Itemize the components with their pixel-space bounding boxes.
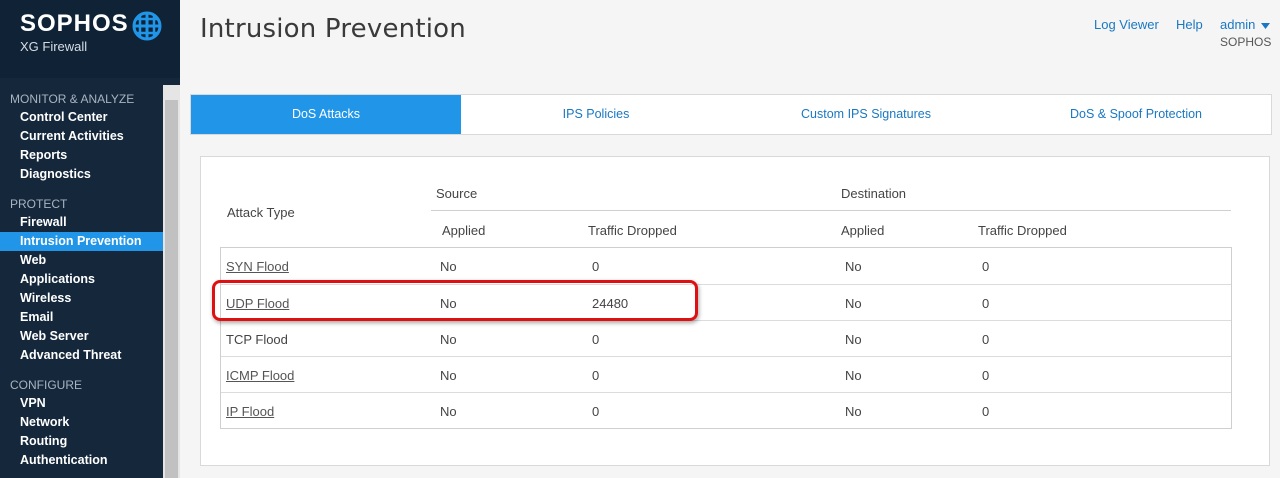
user-menu[interactable]: admin [1220,17,1271,32]
sidebar-item-diagnostics[interactable]: Diagnostics [0,165,163,184]
sidebar-item-web-server[interactable]: Web Server [0,327,163,346]
source-traffic-dropped-header: Traffic Dropped [588,223,677,238]
sidebar-item-control-center[interactable]: Control Center [0,108,163,127]
attack-link-syn-flood[interactable]: SYN Flood [226,259,289,274]
destination-applied-cell: No [845,259,862,274]
table-row: IP Flood No 0 No 0 [221,392,1231,428]
attack-table: SYN Flood No 0 No 0 UDP Flood No 24480 N… [220,247,1232,429]
destination-dropped-cell: 0 [982,368,990,383]
sidebar-nav: MONITOR & ANALYZE Control Center Current… [0,90,163,470]
table-row: TCP Flood No 0 No 0 [221,320,1231,356]
destination-applied-cell: No [845,296,862,311]
sidebar-item-firewall[interactable]: Firewall [0,213,163,232]
sophos-globe-icon [132,11,162,41]
source-applied-cell: No [440,368,457,383]
caret-down-icon [1261,22,1271,29]
sidebar-item-wireless[interactable]: Wireless [0,289,163,308]
sidebar-item-network[interactable]: Network [0,413,163,432]
user-name: admin [1220,17,1256,32]
source-dropped-cell: 0 [592,259,600,274]
destination-applied-cell: No [845,332,862,347]
destination-dropped-cell: 0 [982,296,990,311]
source-dropped-cell: 0 [592,368,600,383]
source-applied-cell: No [440,404,457,419]
source-dropped-cell: 0 [592,404,600,419]
destination-dropped-cell: 0 [982,259,990,274]
source-header: Source [436,186,478,201]
attack-label-tcp-flood: TCP Flood [226,332,288,347]
attack-link-icmp-flood[interactable]: ICMP Flood [226,368,294,383]
tab-bar: DoS Attacks IPS Policies Custom IPS Sign… [190,94,1272,135]
source-applied-cell: No [440,332,457,347]
header-divider [431,210,1231,211]
source-applied-cell: No [440,259,457,274]
sidebar-item-email[interactable]: Email [0,308,163,327]
destination-applied-cell: No [845,368,862,383]
destination-dropped-cell: 0 [982,332,990,347]
tab-custom-ips-signatures[interactable]: Custom IPS Signatures [731,95,1001,134]
source-applied-header: Applied [442,223,486,238]
sidebar: SOPHOS XG Firewall MONITOR & ANALYZE Con… [0,0,180,478]
page-title: Intrusion Prevention [200,14,466,44]
annotation-highlight [212,280,698,321]
table-row: SYN Flood No 0 No 0 [221,248,1231,284]
nav-section-protect: PROTECT [10,197,68,211]
help-link[interactable]: Help [1176,17,1203,32]
sidebar-item-reports[interactable]: Reports [0,146,163,165]
destination-applied-cell: No [845,404,862,419]
destination-traffic-dropped-header: Traffic Dropped [978,223,1067,238]
brand-header: SOPHOS XG Firewall [0,0,180,78]
log-viewer-link[interactable]: Log Viewer [1094,17,1159,32]
destination-applied-header: Applied [841,223,885,238]
attack-link-ip-flood[interactable]: IP Flood [226,404,274,419]
sidebar-item-current-activities[interactable]: Current Activities [0,127,163,146]
tab-ips-policies[interactable]: IPS Policies [461,95,731,134]
sidebar-item-vpn[interactable]: VPN [0,394,163,413]
sidebar-item-advanced-threat[interactable]: Advanced Threat [0,346,163,365]
destination-header: Destination [841,186,907,201]
sidebar-item-routing[interactable]: Routing [0,432,163,451]
sidebar-item-intrusion-prevention[interactable]: Intrusion Prevention [0,232,163,251]
sidebar-scrollbar-thumb[interactable] [165,100,178,478]
sidebar-item-web[interactable]: Web [0,251,163,270]
source-dropped-cell: 0 [592,332,600,347]
sidebar-item-applications[interactable]: Applications [0,270,163,289]
nav-section-monitor: MONITOR & ANALYZE [10,92,135,106]
sidebar-item-authentication[interactable]: Authentication [0,451,163,470]
attack-type-header: Attack Type [227,205,295,220]
tab-dos-attacks[interactable]: DoS Attacks [191,95,461,134]
tab-dos-spoof-protection[interactable]: DoS & Spoof Protection [1001,95,1271,134]
destination-dropped-cell: 0 [982,404,990,419]
nav-section-configure: CONFIGURE [10,378,82,392]
user-org: SOPHOS [1220,35,1272,49]
table-row: ICMP Flood No 0 No 0 [221,356,1231,392]
